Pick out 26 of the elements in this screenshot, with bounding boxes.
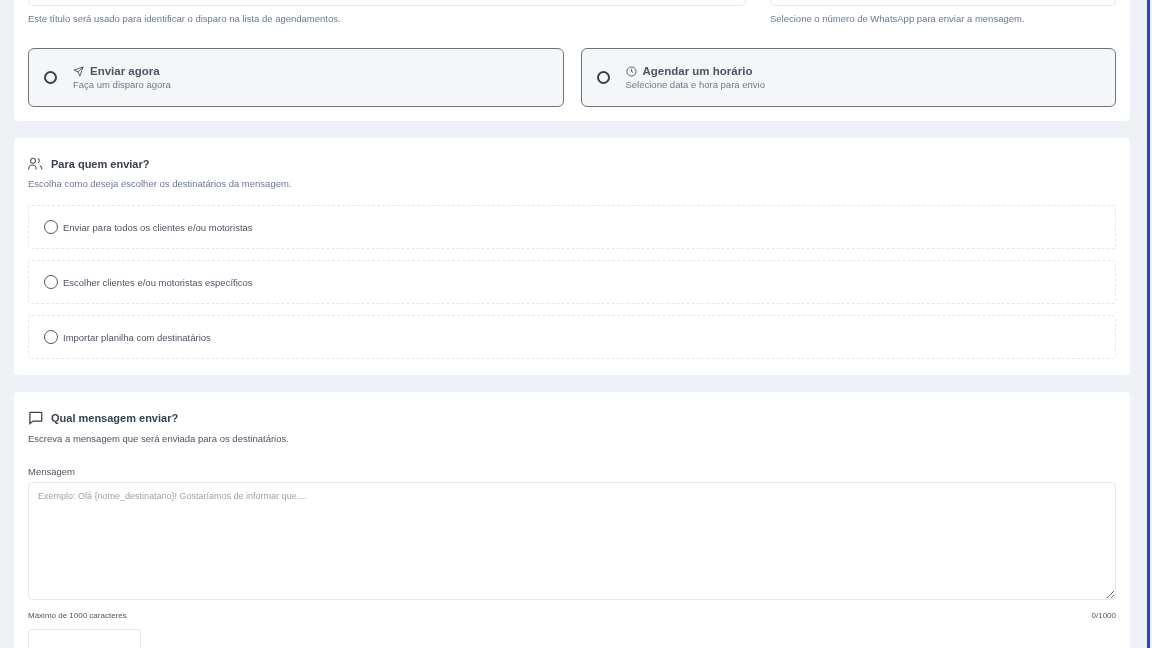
recipient-option[interactable]: Importar planilha com destinatários <box>28 315 1116 359</box>
option-title: Enviar agora <box>90 65 160 77</box>
character-counter: 0/1000 <box>1091 611 1116 620</box>
message-field[interactable]: Exemplo: Olá {nome_destinatario}! Gostaríamos de informar que.... <box>28 482 1116 600</box>
users-icon <box>28 157 43 170</box>
recipient-option[interactable]: Escolher clientes e/ou motoristas específicos <box>28 260 1116 304</box>
chat-bubble-icon <box>28 411 43 425</box>
section-title: Qual mensagem enviar? <box>51 412 179 424</box>
radio-button[interactable] <box>44 71 57 84</box>
option-title: Agendar um horário <box>642 65 753 77</box>
field-label: Mensagem <box>28 466 76 477</box>
radio-button[interactable] <box>596 71 610 84</box>
recipient-option[interactable]: Enviar para todos os clientes e/ou motoristas <box>28 205 1116 249</box>
section-description: Escolha como deseja escolher os destinatários da mensagem. <box>28 178 293 189</box>
option-subtitle: Faça um disparo agora <box>73 79 171 90</box>
field-hint: Este título será usado para identificar o disparo na lista de agendamentos. <box>28 13 342 24</box>
title-field[interactable] <box>28 0 746 6</box>
section-description: Escreva a mensagem que será enviada para os destinatários. <box>28 433 290 444</box>
clock-icon <box>625 65 637 77</box>
send-icon <box>73 65 84 77</box>
option-card[interactable]: Enviar agora Faça um disparo agora <box>28 48 564 107</box>
limit-hint: Máximo de 1000 caracteres <box>28 611 127 620</box>
field-hint: Selecione o número de WhatsApp para enviar a mensagem. <box>770 13 1026 24</box>
section-title: Para quem enviar? <box>51 157 150 170</box>
option-card[interactable]: Agendar um horário Selecione data e hora para envio <box>580 48 1116 107</box>
option-subtitle: Selecione data e hora para envio <box>625 79 765 90</box>
